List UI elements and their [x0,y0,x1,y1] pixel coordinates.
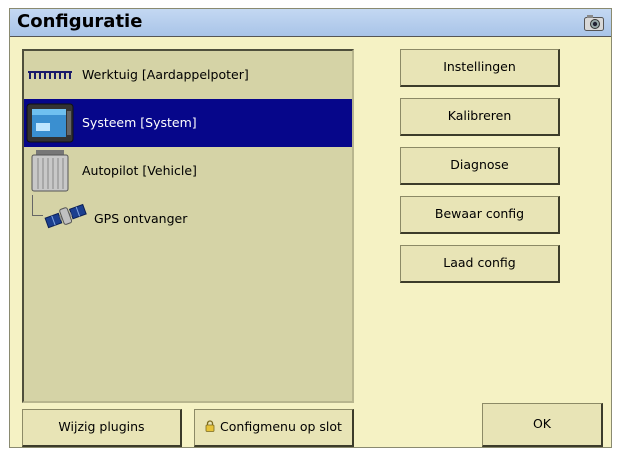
lock-config-menu-button[interactable]: Configmenu op slot [194,409,354,447]
button-label: OK [532,416,552,431]
button-label: Bewaar config [434,206,525,221]
camera-icon[interactable] [584,14,604,31]
kalibreren-button[interactable]: Kalibreren [400,98,560,136]
tree-connector [32,195,43,216]
tree-item-label: Autopilot [Vehicle] [82,163,197,178]
tree-item-label: Werktuig [Aardappelpoter] [82,67,249,82]
tree-item-label: GPS ontvanger [94,211,188,226]
gps-satellite-icon [44,203,87,229]
display-terminal-icon [26,103,74,143]
instellingen-button[interactable]: Instellingen [400,49,560,87]
tree-item-implement[interactable]: Werktuig [Aardappelpoter] [24,51,352,99]
ok-button[interactable]: OK [482,403,603,447]
button-label: Wijzig plugins [58,419,145,434]
button-label: Diagnose [450,157,509,172]
diagnose-button[interactable]: Diagnose [400,147,560,185]
change-plugins-button[interactable]: Wijzig plugins [22,409,182,447]
save-config-button[interactable]: Bewaar config [400,196,560,234]
button-label: Configmenu op slot [220,419,342,434]
load-config-button[interactable]: Laad config [400,245,560,283]
autopilot-controller-icon [31,150,69,192]
button-label: Laad config [443,255,516,270]
tree-item-system[interactable]: Systeem [System] [24,99,352,147]
button-label: Kalibreren [447,108,512,123]
tree-item-label: Systeem [System] [82,115,197,130]
configuration-window: Configuratie Werktuig [Aardappelpoter] S… [9,8,612,448]
button-label: Instellingen [443,59,516,74]
tree-item-gps[interactable]: GPS ontvanger [24,195,352,243]
window-title: Configuratie [17,11,143,32]
component-tree: Werktuig [Aardappelpoter] Systeem [Syste… [22,49,354,403]
title-bar: Configuratie [10,9,611,37]
padlock-icon [205,411,215,445]
implement-icon [28,71,72,79]
tree-item-autopilot[interactable]: Autopilot [Vehicle] [24,147,352,195]
